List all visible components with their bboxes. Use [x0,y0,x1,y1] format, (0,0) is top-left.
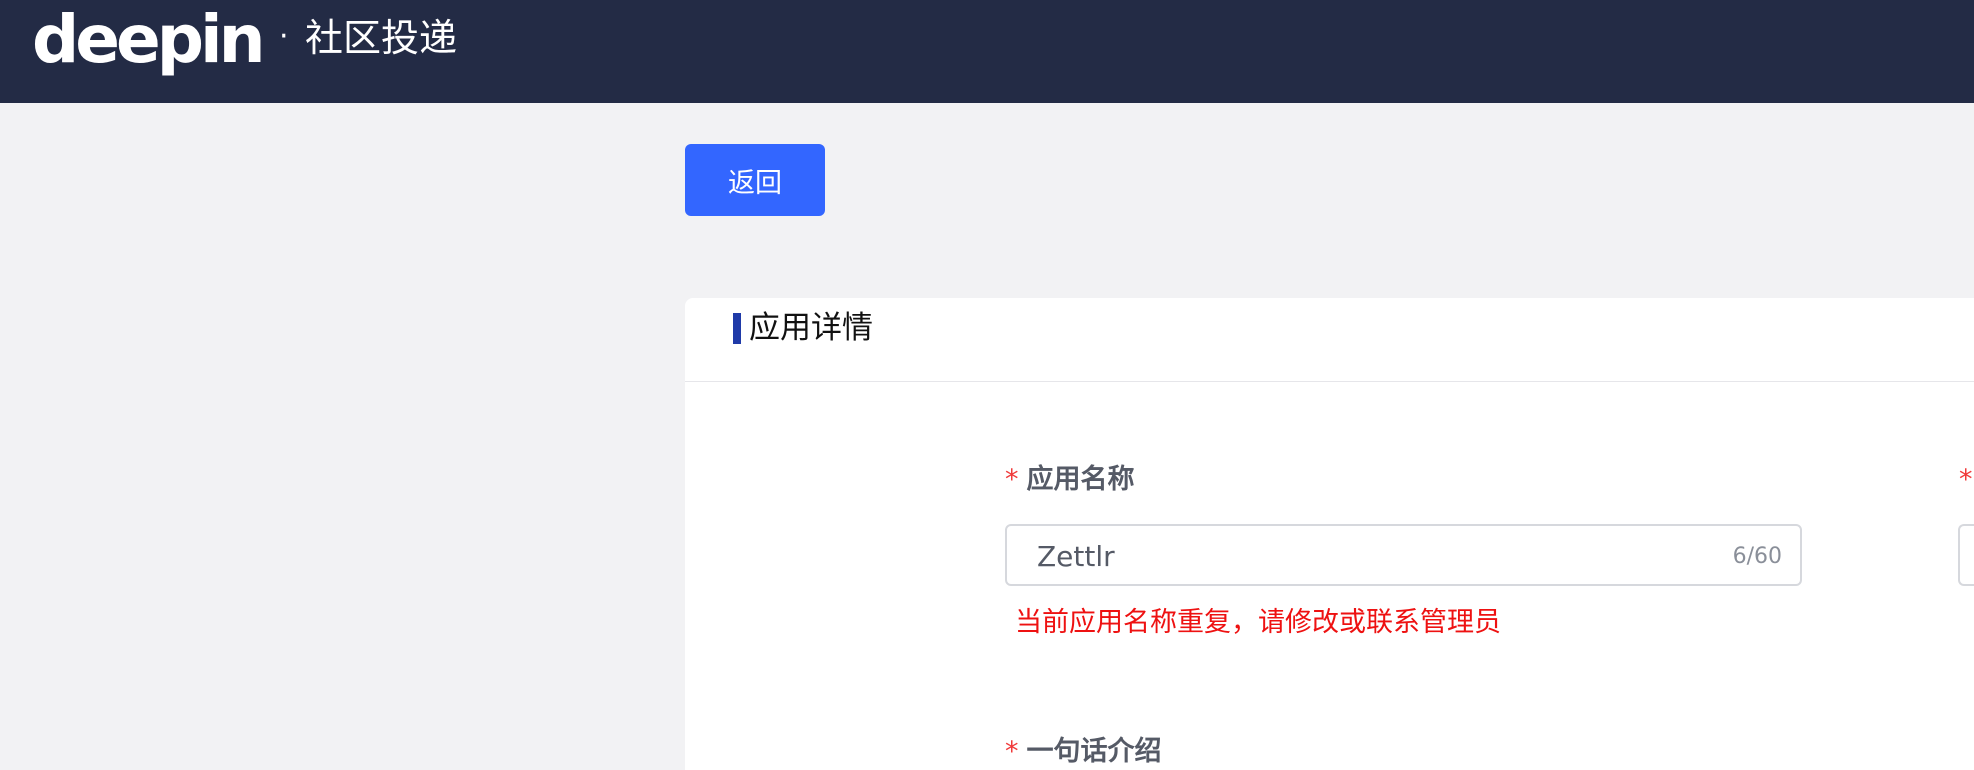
required-mark: * [1005,736,1019,767]
site-name: 社区投递 [305,16,458,60]
back-button[interactable]: 返回 [685,144,825,216]
app-name-label: * 应用名称 [1005,462,1135,498]
title-accent-bar [733,313,741,344]
char-counter: 6/60 [1732,544,1782,569]
card-title: 应用详情 [749,310,873,346]
right-column-input[interactable] [1958,524,1974,586]
app-name-label-text: 应用名称 [1026,464,1135,495]
right-column-required-mark: * [1959,464,1973,495]
required-mark: * [1005,464,1019,495]
app-name-input[interactable] [1037,534,1637,578]
deepin-logo[interactable]: deepin [32,2,266,78]
logo-separator: · [279,19,289,54]
app-details-card: 应用详情 *应用名称 6/60 当前应用名称重复，请修改或联系管理员 *一句话介… [685,298,1974,770]
intro-label-text: 一句话介绍 [1026,736,1162,767]
intro-label: * 一句话介绍 [1005,734,1162,770]
card-header: 应用详情 [685,298,1974,382]
app-name-error: 当前应用名称重复，请修改或联系管理员 [1015,607,1501,638]
app-name-field[interactable]: 6/60 [1005,524,1802,586]
top-navbar: deepin · 社区投递 [0,0,1974,103]
